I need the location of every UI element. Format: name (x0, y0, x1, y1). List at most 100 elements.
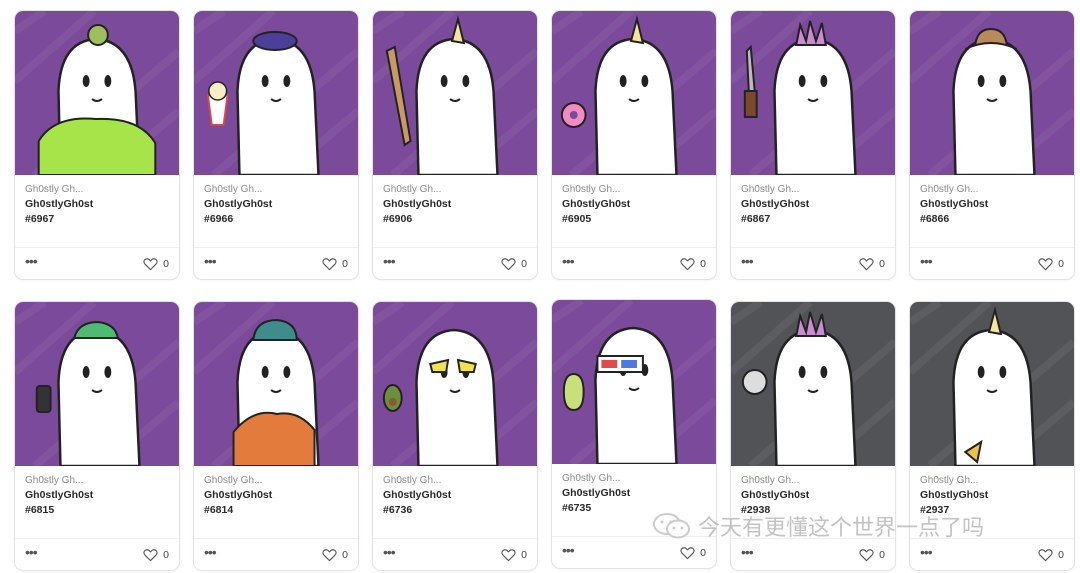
nft-token-id: #6815 (25, 504, 55, 516)
more-dots-icon[interactable]: ••• (562, 543, 575, 561)
more-dots-icon[interactable]: ••• (383, 545, 396, 563)
like-button[interactable]: 0 (859, 257, 885, 271)
like-count: 0 (521, 548, 527, 561)
nft-thumbnail[interactable] (731, 11, 895, 175)
heart-outline-icon (680, 546, 695, 559)
nft-thumbnail[interactable] (910, 302, 1074, 466)
nft-title: Gh0stlyGh0st (25, 489, 94, 501)
card-footer: ••• 0 (552, 536, 716, 568)
nft-title: Gh0stlyGh0st (25, 198, 94, 210)
nft-thumbnail[interactable] (194, 302, 358, 466)
collection-name[interactable]: Gh0stly Gh... (920, 474, 1064, 488)
collection-name[interactable]: Gh0stly Gh... (741, 474, 885, 488)
nft-thumbnail[interactable] (731, 302, 895, 466)
nft-card[interactable]: Gh0stly Gh... Gh0stlyGh0st #2938 ••• 0 (730, 301, 896, 571)
like-button[interactable]: 0 (1038, 257, 1064, 271)
like-button[interactable]: 0 (859, 548, 885, 562)
collection-name[interactable]: Gh0stly Gh... (383, 183, 527, 197)
more-dots-icon[interactable]: ••• (920, 254, 933, 272)
nft-card[interactable]: Gh0stly Gh... Gh0stlyGh0st #6905 ••• 0 (551, 10, 717, 280)
nft-thumbnail[interactable] (194, 11, 358, 175)
more-dots-icon[interactable]: ••• (25, 545, 38, 563)
collection-name[interactable]: Gh0stly Gh... (383, 474, 527, 488)
nft-card[interactable]: Gh0stly Gh... Gh0stlyGh0st #2937 ••• 0 (909, 301, 1075, 571)
card-footer: ••• 0 (194, 538, 358, 570)
more-dots-icon[interactable]: ••• (25, 254, 38, 272)
nft-token-id: #6966 (204, 213, 234, 225)
collection-name[interactable]: Gh0stly Gh... (25, 474, 169, 488)
nft-card[interactable]: Gh0stly Gh... Gh0stlyGh0st #6906 ••• 0 (372, 10, 538, 280)
ghost-illustration (373, 302, 537, 466)
nft-card[interactable]: Gh0stly Gh... Gh0stlyGh0st #6815 ••• 0 (14, 301, 180, 571)
ghost-illustration (373, 11, 537, 175)
card-info: Gh0stly Gh... Gh0stlyGh0st #6866 (910, 175, 1074, 245)
like-button[interactable]: 0 (501, 257, 527, 271)
nft-token-id: #6905 (562, 213, 592, 225)
nft-token-id: #6866 (920, 213, 950, 225)
nft-card[interactable]: Gh0stly Gh... Gh0stlyGh0st #6814 ••• 0 (193, 301, 359, 571)
more-dots-icon[interactable]: ••• (204, 545, 217, 563)
card-info: Gh0stly Gh... Gh0stlyGh0st #6735 (552, 464, 716, 534)
more-dots-icon[interactable]: ••• (741, 545, 754, 563)
like-button[interactable]: 0 (1038, 548, 1064, 562)
card-footer: ••• 0 (194, 247, 358, 279)
collection-name[interactable]: Gh0stly Gh... (562, 183, 706, 197)
heart-outline-icon (143, 548, 158, 561)
collection-name[interactable]: Gh0stly Gh... (204, 474, 348, 488)
nft-title: Gh0stlyGh0st (383, 489, 452, 501)
card-info: Gh0stly Gh... Gh0stlyGh0st #2937 (910, 466, 1074, 536)
collection-name[interactable]: Gh0stly Gh... (562, 472, 706, 486)
like-count: 0 (700, 257, 706, 270)
heart-outline-icon (859, 257, 874, 270)
more-dots-icon[interactable]: ••• (741, 254, 754, 272)
nft-token-id: #6736 (383, 504, 413, 516)
nft-thumbnail[interactable] (15, 302, 179, 466)
like-button[interactable]: 0 (680, 257, 706, 271)
more-dots-icon[interactable]: ••• (562, 254, 575, 272)
more-dots-icon[interactable]: ••• (204, 254, 217, 272)
nft-card[interactable]: Gh0stly Gh... Gh0stlyGh0st #6967 ••• 0 (14, 10, 180, 280)
nft-thumbnail[interactable] (373, 11, 537, 175)
heart-outline-icon (501, 257, 516, 270)
ghost-illustration (194, 302, 358, 466)
like-button[interactable]: 0 (143, 548, 169, 562)
collection-name[interactable]: Gh0stly Gh... (204, 183, 348, 197)
nft-card[interactable]: Gh0stly Gh... Gh0stlyGh0st #6966 ••• 0 (193, 10, 359, 280)
like-count: 0 (879, 548, 885, 561)
more-dots-icon[interactable]: ••• (383, 254, 396, 272)
like-button[interactable]: 0 (501, 548, 527, 562)
card-footer: ••• 0 (15, 538, 179, 570)
like-button[interactable]: 0 (322, 257, 348, 271)
nft-card[interactable]: Gh0stly Gh... Gh0stlyGh0st #6735 ••• 0 (551, 299, 717, 569)
nft-thumbnail[interactable] (15, 11, 179, 175)
nft-card[interactable]: Gh0stly Gh... Gh0stlyGh0st #6866 ••• 0 (909, 10, 1075, 280)
nft-thumbnail[interactable] (910, 11, 1074, 175)
ghost-illustration (15, 302, 179, 466)
nft-card[interactable]: Gh0stly Gh... Gh0stlyGh0st #6736 ••• 0 (372, 301, 538, 571)
nft-title: Gh0stlyGh0st (920, 198, 989, 210)
heart-outline-icon (1038, 548, 1053, 561)
collection-name[interactable]: Gh0stly Gh... (741, 183, 885, 197)
card-info: Gh0stly Gh... Gh0stlyGh0st #6967 (15, 175, 179, 245)
nft-title: Gh0stlyGh0st (204, 198, 273, 210)
like-button[interactable]: 0 (143, 257, 169, 271)
ghost-illustration (731, 302, 895, 466)
card-footer: ••• 0 (910, 538, 1074, 570)
nft-thumbnail[interactable] (552, 300, 716, 464)
like-count: 0 (163, 257, 169, 270)
nft-title: Gh0stlyGh0st (741, 489, 810, 501)
nft-token-id: #6814 (204, 504, 234, 516)
like-count: 0 (700, 546, 706, 559)
card-footer: ••• 0 (731, 538, 895, 570)
card-info: Gh0stly Gh... Gh0stlyGh0st #6815 (15, 466, 179, 536)
like-button[interactable]: 0 (680, 546, 706, 560)
nft-thumbnail[interactable] (373, 302, 537, 466)
ghost-illustration (552, 300, 716, 464)
card-info: Gh0stly Gh... Gh0stlyGh0st #6906 (373, 175, 537, 245)
nft-thumbnail[interactable] (552, 11, 716, 175)
like-button[interactable]: 0 (322, 548, 348, 562)
nft-card[interactable]: Gh0stly Gh... Gh0stlyGh0st #6867 ••• 0 (730, 10, 896, 280)
collection-name[interactable]: Gh0stly Gh... (25, 183, 169, 197)
collection-name[interactable]: Gh0stly Gh... (920, 183, 1064, 197)
more-dots-icon[interactable]: ••• (920, 545, 933, 563)
